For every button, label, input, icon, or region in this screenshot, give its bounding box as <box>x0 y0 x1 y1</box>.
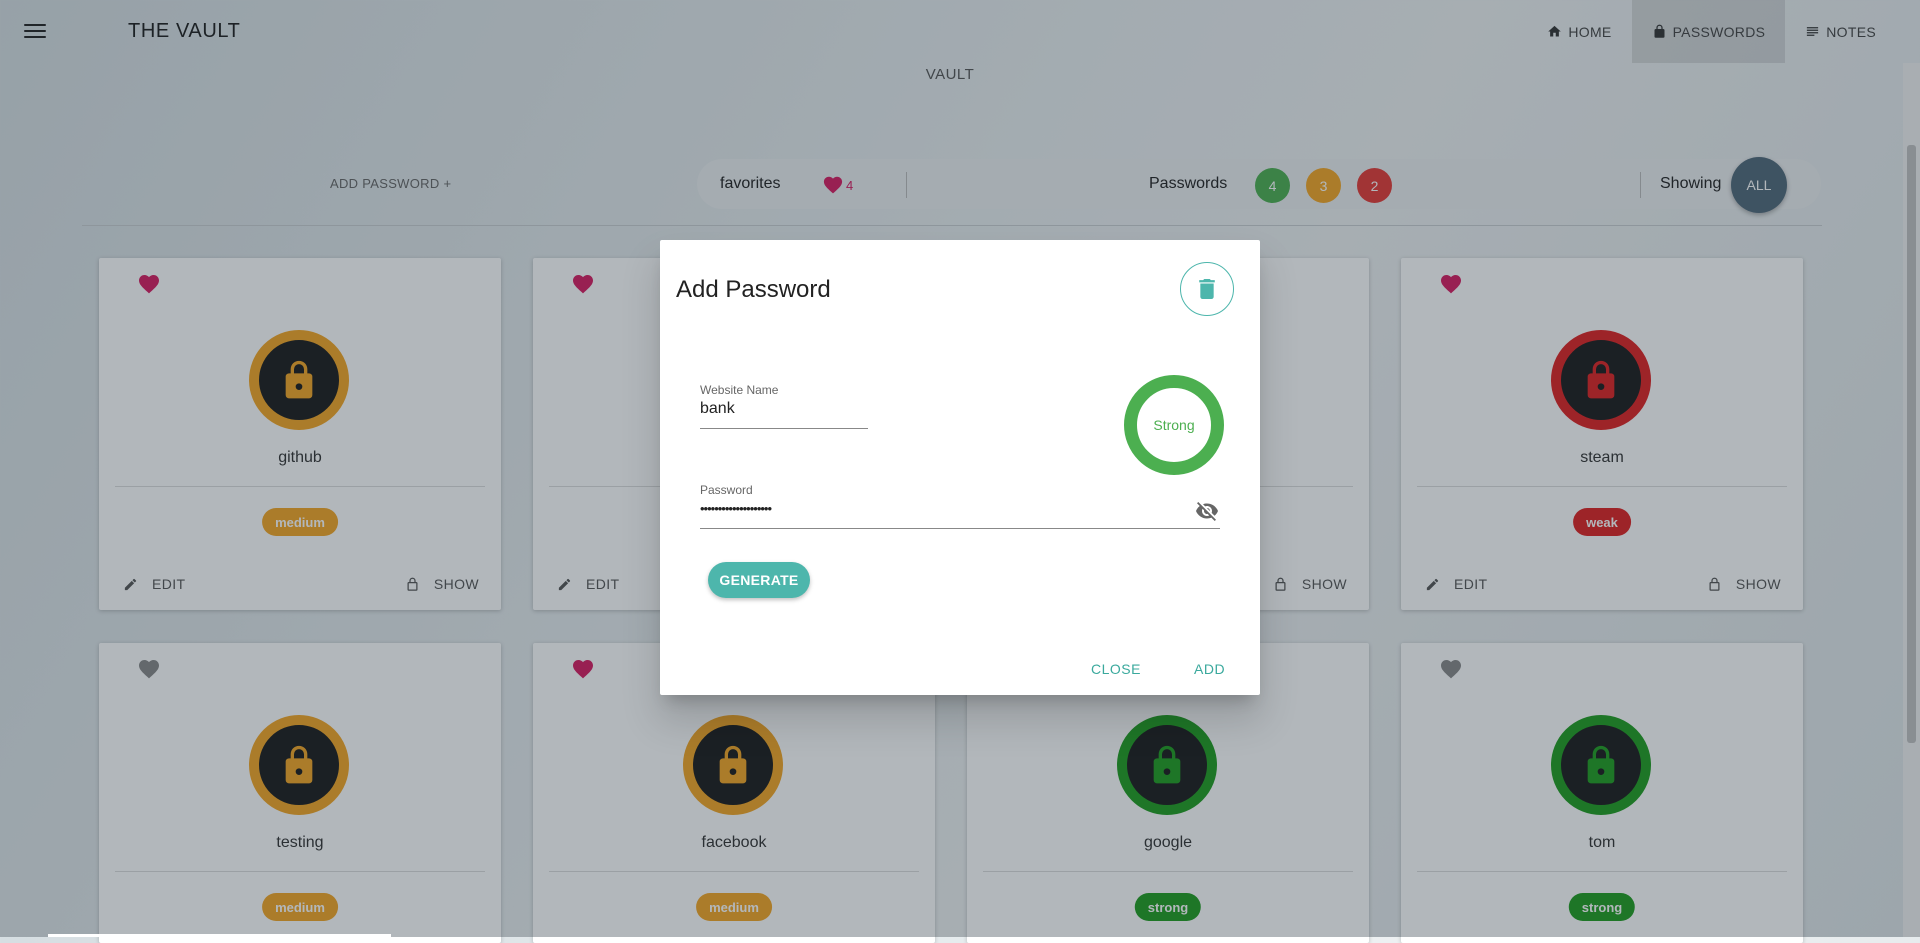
generate-button[interactable]: GENERATE <box>708 562 810 598</box>
website-name-input[interactable] <box>700 400 868 418</box>
eye-off-icon[interactable] <box>1195 499 1219 523</box>
password-input[interactable]: •••••••••••••••••••• <box>700 501 1180 516</box>
website-name-label: Website Name <box>700 383 779 397</box>
trash-icon <box>1199 279 1215 299</box>
password-strength-indicator: Strong <box>1124 375 1224 475</box>
delete-button[interactable] <box>1180 262 1234 316</box>
website-name-underline <box>700 428 868 429</box>
close-button[interactable]: CLOSE <box>1091 661 1141 677</box>
add-password-dialog: Add Password Website Name Strong Passwor… <box>660 240 1260 695</box>
dialog-title: Add Password <box>676 276 831 303</box>
add-button[interactable]: ADD <box>1194 661 1225 677</box>
password-label: Password <box>700 483 753 497</box>
password-underline <box>700 528 1220 529</box>
